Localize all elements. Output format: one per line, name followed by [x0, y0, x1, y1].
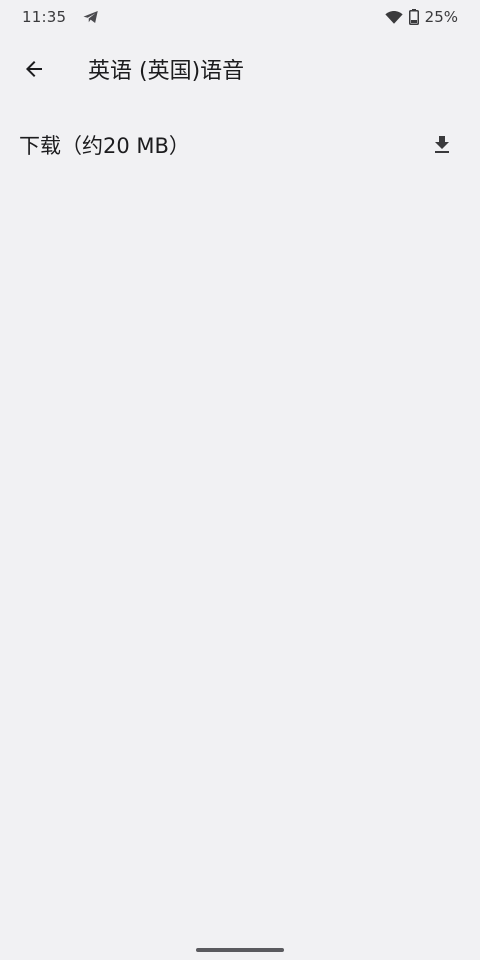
gesture-nav-handle[interactable] [196, 948, 284, 952]
battery-icon [408, 9, 419, 25]
status-right: 25% [385, 8, 458, 26]
screen: 11:35 25% 英语 (英国)语音 下载（约20 MB） [0, 0, 480, 960]
download-label: 下载（约20 MB） [19, 134, 190, 158]
arrow-left-icon [26, 61, 42, 77]
app-bar: 英语 (英国)语音 [0, 40, 480, 98]
status-bar: 11:35 25% [0, 0, 480, 34]
wifi-icon [385, 11, 403, 24]
status-left: 11:35 [22, 8, 100, 26]
back-button[interactable] [10, 45, 58, 93]
download-voice-item[interactable]: 下载（约20 MB） [0, 116, 480, 174]
status-time: 11:35 [22, 8, 67, 26]
battery-percent: 25% [424, 8, 458, 26]
download-icon [435, 136, 449, 153]
page-title: 英语 (英国)语音 [88, 59, 245, 84]
download-button[interactable] [428, 131, 456, 159]
telegram-icon [83, 11, 98, 23]
